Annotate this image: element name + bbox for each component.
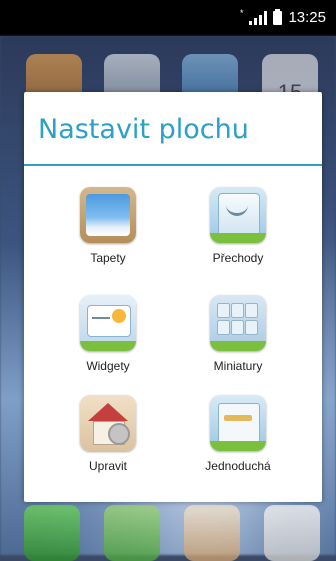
option-label: Miniatury (213, 359, 263, 373)
option-miniatury[interactable]: Miniatury (178, 295, 298, 385)
option-label: Tapety (90, 251, 126, 265)
messages-icon[interactable] (104, 505, 160, 561)
widgets-icon (80, 295, 136, 351)
option-label: Upravit (88, 459, 127, 473)
thumbnails-icon (210, 295, 266, 351)
title-divider (24, 164, 322, 166)
option-widgety[interactable]: Widgety (48, 295, 168, 385)
signal-icon (249, 10, 268, 25)
edit-home-icon (80, 395, 136, 451)
option-tapety[interactable]: Tapety (48, 187, 168, 277)
status-bar: * 13:25 (0, 0, 336, 36)
sim-indicator: * (239, 7, 244, 18)
status-icons: * 13:25 (239, 7, 326, 27)
wallpaper-icon (80, 187, 136, 243)
status-time: 13:25 (288, 9, 326, 26)
transitions-icon (210, 187, 266, 243)
option-jednoducha[interactable]: Jednoduchá (178, 395, 298, 485)
home-settings-dialog: Nastavit plochu Tapety Přechody Widgety … (24, 92, 322, 502)
browser-icon[interactable] (264, 505, 320, 561)
battery-icon (273, 8, 283, 25)
dialog-title: Nastavit plochu (38, 114, 249, 145)
option-label: Widgety (86, 359, 130, 373)
email-icon[interactable] (184, 505, 240, 561)
option-label: Přechody (212, 251, 264, 265)
option-upravit[interactable]: Upravit (48, 395, 168, 485)
simple-home-icon (210, 395, 266, 451)
option-label: Jednoduchá (205, 459, 271, 473)
option-prechody[interactable]: Přechody (178, 187, 298, 277)
phone-icon[interactable] (24, 505, 80, 561)
